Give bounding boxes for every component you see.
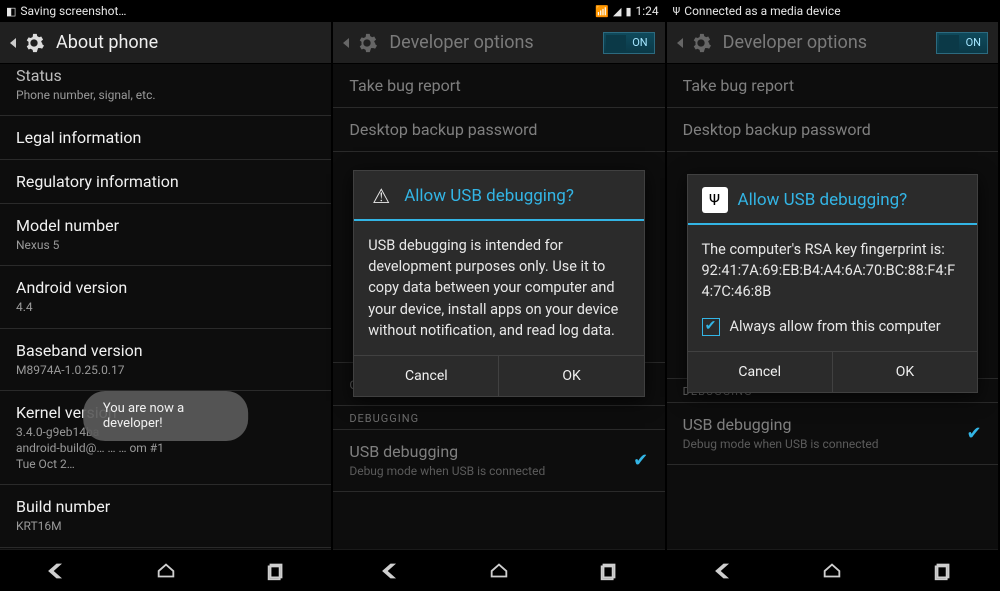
- page-title: About phone: [56, 32, 158, 53]
- row-bug-report[interactable]: Take bug report: [667, 64, 998, 108]
- dialog-title: Allow USB debugging?: [738, 190, 908, 210]
- status-bar: 📶 ◢ ▮ 1:24: [333, 0, 664, 22]
- always-allow-checkbox[interactable]: ✔ Always allow from this computer: [702, 316, 964, 337]
- warning-icon: ⚠: [368, 183, 394, 209]
- dialog-usb-debugging: ⚠ Allow USB debugging? USB debugging is …: [353, 170, 645, 396]
- ok-button[interactable]: OK: [498, 356, 643, 396]
- settings-gear-icon: [22, 31, 46, 55]
- settings-list[interactable]: Status Phone number, signal, etc. Legal …: [0, 64, 331, 549]
- row-baseband[interactable]: Baseband version M8974A-1.0.25.0.17: [0, 329, 331, 391]
- signal-icon: ◢: [613, 6, 621, 17]
- dialog-title-row: ⚠ Allow USB debugging?: [354, 171, 644, 221]
- master-toggle[interactable]: ON: [603, 32, 655, 54]
- row-backup-password[interactable]: Desktop backup password: [333, 108, 664, 152]
- row-build[interactable]: Build number KRT16M: [0, 485, 331, 547]
- battery-icon: ▮: [625, 6, 631, 17]
- page-title: Developer options: [723, 32, 867, 53]
- row-backup-password[interactable]: Desktop backup password: [667, 108, 998, 152]
- cancel-button[interactable]: Cancel: [688, 352, 832, 392]
- checkbox-label: Always allow from this computer: [730, 316, 941, 337]
- nav-recents-button[interactable]: [888, 550, 998, 591]
- nav-home-button[interactable]: [444, 550, 554, 591]
- status-bar: Ψ Connected as a media device: [667, 0, 998, 22]
- phone-dev-options-allow: 📶 ◢ ▮ 1:24 Developer options ON Take bug…: [333, 0, 666, 591]
- status-bar: ◧ Saving screenshot…: [0, 0, 331, 22]
- row-regulatory[interactable]: Regulatory information: [0, 160, 331, 204]
- nav-bar: [0, 549, 331, 591]
- checkbox-icon: ✔: [702, 318, 720, 336]
- row-usb-debugging[interactable]: USB debugging Debug mode when USB is con…: [333, 430, 664, 492]
- nav-back-button[interactable]: [333, 550, 443, 591]
- nav-home-button[interactable]: [110, 550, 220, 591]
- row-usb-debugging[interactable]: USB debugging Debug mode when USB is con…: [667, 403, 998, 465]
- status-time: 1:24: [636, 4, 659, 18]
- nav-bar: [667, 549, 998, 591]
- row-legal[interactable]: Legal information: [0, 116, 331, 160]
- action-bar[interactable]: About phone: [0, 22, 331, 64]
- settings-gear-icon: [689, 31, 713, 55]
- save-icon: ◧: [6, 6, 16, 17]
- dialog-title: Allow USB debugging?: [404, 186, 574, 206]
- dialog-title-row: Ψ Allow USB debugging?: [688, 175, 978, 225]
- status-text: Connected as a media device: [684, 4, 840, 18]
- nav-recents-button[interactable]: [554, 550, 664, 591]
- back-chevron-icon[interactable]: [677, 38, 683, 48]
- back-chevron-icon[interactable]: [343, 38, 349, 48]
- action-bar[interactable]: Developer options ON: [667, 22, 998, 64]
- nav-bar: [333, 549, 664, 591]
- cancel-button[interactable]: Cancel: [354, 356, 498, 396]
- section-debugging: DEBUGGING: [333, 406, 664, 430]
- status-text: Saving screenshot…: [20, 4, 126, 18]
- dialog-body: The computer's RSA key fingerprint is: 9…: [688, 225, 978, 351]
- phone-dev-options-rsa: Ψ Connected as a media device Developer …: [667, 0, 1000, 591]
- page-title: Developer options: [389, 32, 533, 53]
- dialog-body: USB debugging is intended for developmen…: [354, 221, 644, 354]
- nav-back-button[interactable]: [0, 550, 110, 591]
- dialog-body-fingerprint: 92:41:7A:69:EB:B4:A4:6A:70:BC:88:F4:F4:7…: [702, 260, 964, 302]
- action-bar[interactable]: Developer options ON: [333, 22, 664, 64]
- settings-gear-icon: [355, 31, 379, 55]
- dialog-rsa-fingerprint: Ψ Allow USB debugging? The computer's RS…: [687, 174, 979, 393]
- nav-home-button[interactable]: [777, 550, 887, 591]
- back-chevron-icon[interactable]: [10, 38, 16, 48]
- master-toggle[interactable]: ON: [936, 32, 988, 54]
- nav-recents-button[interactable]: [221, 550, 331, 591]
- dialog-buttons: Cancel OK: [354, 355, 644, 396]
- ok-button[interactable]: OK: [832, 352, 977, 392]
- row-android-version[interactable]: Android version 4.4: [0, 266, 331, 328]
- usb-icon: Ψ: [673, 6, 681, 17]
- nav-back-button[interactable]: [667, 550, 777, 591]
- usb-debug-icon: Ψ: [702, 187, 728, 213]
- row-bug-report[interactable]: Take bug report: [333, 64, 664, 108]
- wifi-icon: 📶: [595, 6, 609, 17]
- phone-about: ◧ Saving screenshot… About phone Status …: [0, 0, 333, 591]
- dialog-body-line1: The computer's RSA key fingerprint is:: [702, 239, 964, 260]
- dialog-buttons: Cancel OK: [688, 351, 978, 392]
- toast-developer: You are now a developer!: [83, 391, 249, 441]
- checked-icon: ✔: [631, 451, 651, 471]
- row-model[interactable]: Model number Nexus 5: [0, 204, 331, 266]
- row-status[interactable]: Status Phone number, signal, etc.: [0, 64, 331, 116]
- checked-icon: ✔: [964, 424, 984, 444]
